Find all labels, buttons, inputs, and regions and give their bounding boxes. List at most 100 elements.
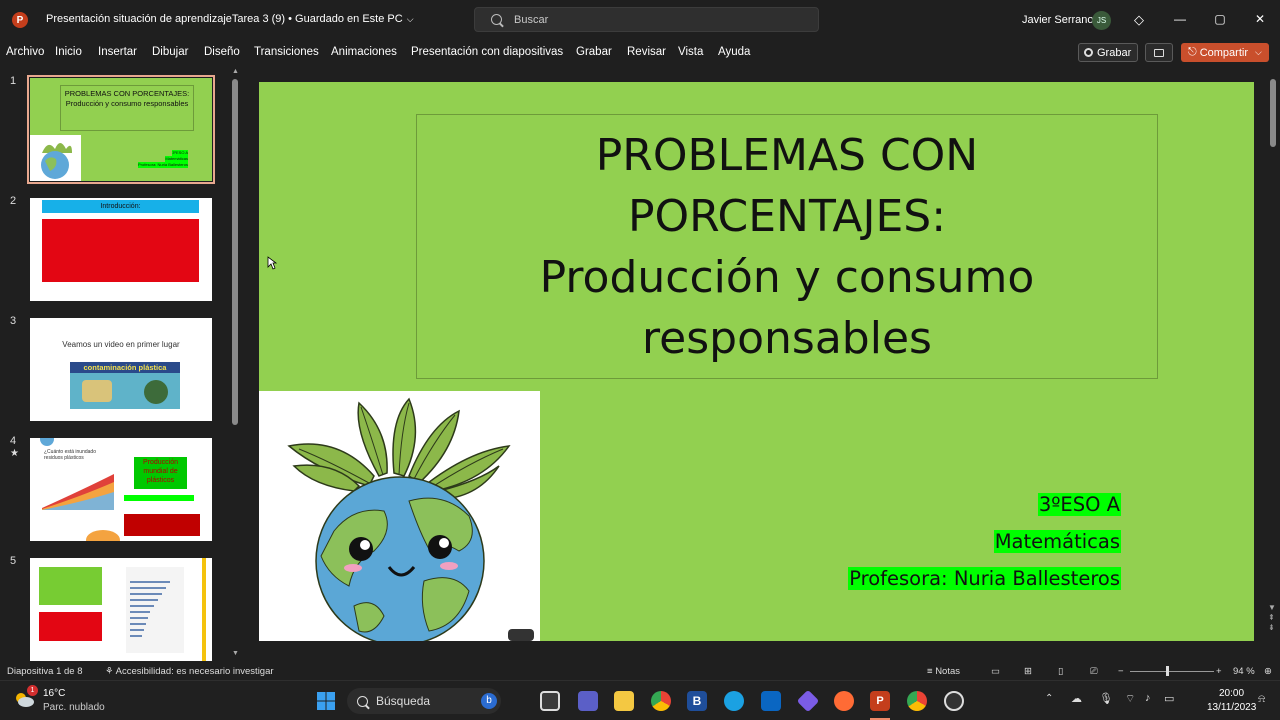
record-label: Grabar [1097, 46, 1132, 59]
wifi-icon[interactable]: ⌔ [1125, 692, 1135, 706]
zoom-out-icon[interactable]: − [1118, 666, 1124, 677]
tab-insertar[interactable]: Insertar [98, 46, 137, 58]
thumbnail-info-3: Profesora: Nuria Ballesteros [137, 162, 188, 168]
thumbnail-production-box: Producción mundial de plásticos [134, 457, 187, 489]
tab-ayuda[interactable]: Ayuda [718, 46, 750, 58]
task-view-icon[interactable] [540, 691, 560, 711]
app-icon[interactable] [796, 689, 820, 713]
user-name[interactable]: Javier Serrano [1022, 14, 1094, 26]
tab-presentacion[interactable]: Presentación con diapositivas [411, 46, 563, 58]
chrome-icon[interactable] [651, 691, 671, 711]
earth-image[interactable] [259, 391, 540, 641]
zoom-in-icon[interactable]: + [1216, 666, 1222, 677]
tab-animaciones[interactable]: Animaciones [331, 46, 397, 58]
firefox-icon[interactable] [834, 691, 854, 711]
tab-dibujar[interactable]: Dibujar [152, 46, 188, 58]
normal-view-icon[interactable]: ▭ [991, 666, 1000, 677]
tab-transiciones[interactable]: Transiciones [254, 46, 319, 58]
thumbnail-slide-5[interactable] [30, 558, 212, 661]
thumbnail-scrollbar[interactable] [232, 79, 238, 425]
chevron-down-icon: ⌵ [406, 14, 414, 24]
class-label[interactable]: 3ºESO A [1037, 493, 1121, 516]
teacher-label[interactable]: Profesora: Nuria Ballesteros [848, 567, 1121, 590]
record-icon [1084, 48, 1093, 57]
tab-grabar[interactable]: Grabar [576, 46, 612, 58]
reading-view-icon[interactable]: ▯ [1058, 666, 1063, 677]
fit-slide-icon[interactable]: ⊕ [1264, 666, 1272, 677]
clock-time[interactable]: 20:00 [1219, 688, 1244, 699]
store-icon[interactable] [761, 691, 781, 711]
file-explorer-icon[interactable] [614, 691, 634, 711]
thumbnail-number: 5 [10, 555, 17, 567]
windows-start-icon[interactable] [317, 692, 335, 710]
slide-counter: Diapositiva 1 de 8 [7, 666, 83, 677]
zoom-slider-thumb[interactable] [1166, 666, 1169, 676]
zoom-level[interactable]: 94 % [1233, 666, 1255, 677]
thumbnail-slide-1[interactable]: PROBLEMAS CON PORCENTAJES: Producción y … [27, 75, 215, 184]
avatar[interactable]: JS [1092, 11, 1111, 30]
mouse-cursor [267, 256, 277, 270]
slide-canvas[interactable]: PROBLEMAS CON PORCENTAJES: Producción y … [259, 82, 1254, 641]
weather-badge: 1 [27, 685, 38, 696]
slideshow-icon[interactable]: ⎚ [1090, 666, 1098, 677]
tab-diseno[interactable]: Diseño [204, 46, 240, 58]
chevron-up-icon[interactable]: ⌃ [1045, 693, 1053, 704]
powerpoint-icon[interactable]: P [12, 12, 28, 28]
bing-icon: b [481, 693, 497, 709]
weather-icon[interactable]: 1 [13, 685, 38, 708]
document-title[interactable]: Presentación situación de aprendizajeTar… [46, 13, 414, 25]
thumbnail-video-title: contaminación plástica [70, 362, 180, 373]
notification-bell-icon[interactable]: ⍾ [1258, 693, 1265, 706]
thumbnail-video-text: Veamos un video en primer lugar [62, 340, 180, 349]
thumbnail-slide-3[interactable]: Veamos un video en primer lugar contamin… [30, 318, 212, 421]
maximize-button[interactable]: ▢ [1213, 12, 1227, 26]
thumbnail-number: 4 [10, 435, 17, 447]
obs-icon[interactable] [944, 691, 964, 711]
tab-archivo[interactable]: Archivo [6, 46, 44, 58]
scroll-down-icon[interactable]: ▼ [232, 650, 239, 657]
thumbnail-pane: 1 PROBLEMAS CON PORCENTAJES: Producción … [0, 66, 230, 662]
comments-button[interactable] [1145, 43, 1173, 62]
weather-temperature[interactable]: 16°C [43, 688, 65, 699]
title-placeholder[interactable]: PROBLEMAS CON PORCENTAJES: Producción y … [416, 114, 1158, 379]
thumbnail-slide-4[interactable]: ¿Cuánto está inundado residuos plásticos… [30, 438, 212, 541]
diamond-icon[interactable]: ◇ [1134, 12, 1148, 27]
taskbar-search[interactable]: Búsqueda b [347, 688, 501, 714]
weather-description[interactable]: Parc. nublado [43, 702, 105, 713]
record-button[interactable]: Grabar [1078, 43, 1138, 62]
slide-scrollbar[interactable] [1270, 79, 1276, 147]
tab-inicio[interactable]: Inicio [55, 46, 82, 58]
tab-vista[interactable]: Vista [678, 46, 703, 58]
volume-icon[interactable]: ♪ [1145, 692, 1151, 704]
title-line-3: Producción y consumo [539, 251, 1035, 303]
powerpoint-taskbar-icon[interactable]: P [870, 691, 890, 711]
search-box[interactable]: Buscar [474, 7, 819, 32]
status-bar: Diapositiva 1 de 8 ⚘ Accesibilidad: es n… [0, 662, 1280, 680]
title-line-1: PROBLEMAS CON [595, 129, 979, 181]
chrome-profile-icon[interactable] [907, 691, 927, 711]
chevron-down-icon: ⌵ [1255, 47, 1262, 57]
zoom-slider[interactable] [1130, 671, 1214, 672]
blink-icon[interactable]: B [687, 691, 707, 711]
thumbnail-slide-2[interactable]: Introducción: [30, 198, 212, 301]
slide-nav-icons[interactable]: ▼ ⇞ ⇟ [1268, 603, 1276, 633]
comment-icon [1154, 48, 1164, 57]
thumbnail-chart [42, 468, 114, 510]
teams-icon[interactable] [578, 691, 598, 711]
battery-icon[interactable]: ▭ [1164, 692, 1174, 705]
subject-label[interactable]: Matemáticas [993, 530, 1121, 553]
scroll-up-icon[interactable]: ▲ [232, 68, 239, 75]
clock-date[interactable]: 13/11/2023 [1207, 702, 1256, 713]
tab-revisar[interactable]: Revisar [627, 46, 666, 58]
close-button[interactable]: ✕ [1253, 12, 1267, 26]
notes-label: Notas [935, 666, 961, 677]
share-button[interactable]: ⎋ Compartir ⌵ [1181, 43, 1269, 62]
network-cloud-icon[interactable]: ☁ [1071, 692, 1082, 705]
microphone-icon[interactable]: 🎙 [1099, 692, 1113, 705]
slide-sorter-icon[interactable]: ⊞ [1024, 666, 1032, 677]
accessibility-status[interactable]: ⚘ Accesibilidad: es necesario investigar [105, 666, 274, 677]
edge-icon[interactable] [724, 691, 744, 711]
notes-icon: ≡ [927, 666, 933, 677]
minimize-button[interactable]: — [1173, 12, 1187, 26]
notes-button[interactable]: ≡ Notas [927, 666, 960, 677]
